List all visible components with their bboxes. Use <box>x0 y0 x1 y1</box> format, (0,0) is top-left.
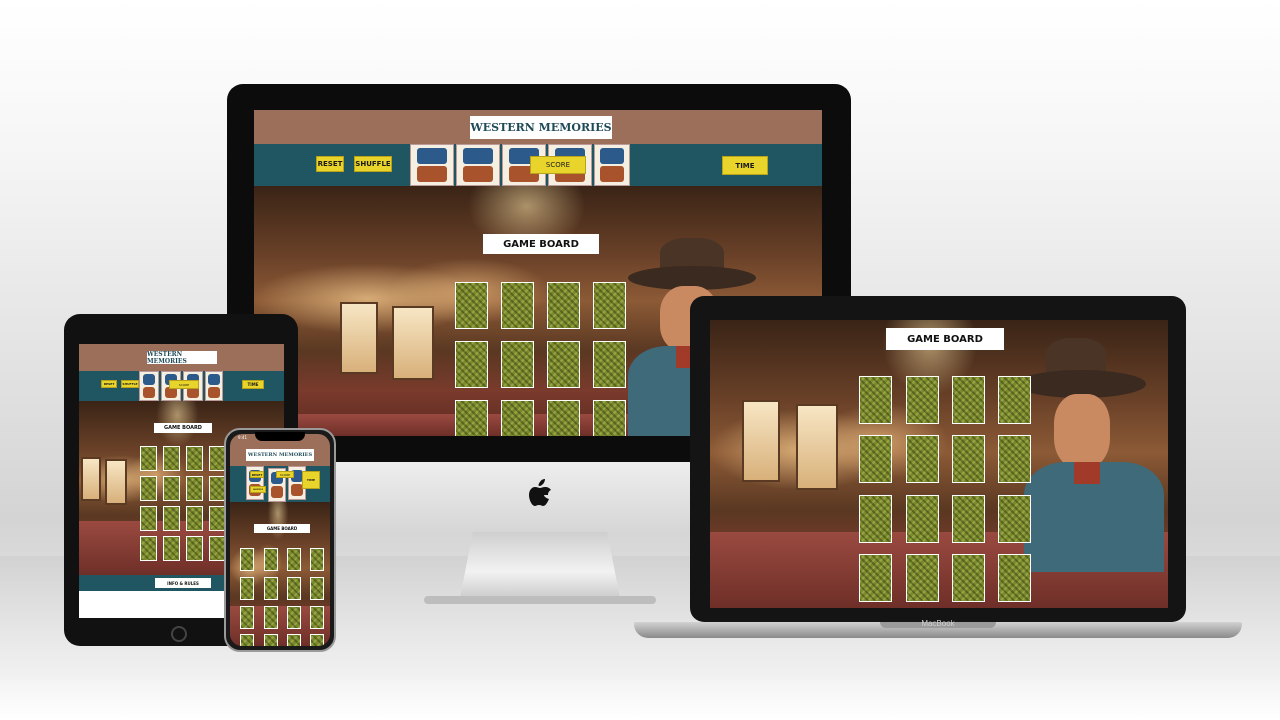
memory-card[interactable] <box>547 341 580 388</box>
memory-card[interactable] <box>906 495 939 543</box>
header-playing-card <box>456 144 500 186</box>
memory-card[interactable] <box>264 634 278 646</box>
shuffle-button[interactable]: SHUFFLE <box>250 486 266 493</box>
memory-card[interactable] <box>310 634 324 646</box>
memory-card[interactable] <box>163 536 180 561</box>
imac-stand <box>460 532 620 598</box>
memory-card[interactable] <box>906 554 939 602</box>
info-rules-button[interactable]: INFO & RULES <box>155 578 211 588</box>
memory-card[interactable] <box>455 400 488 436</box>
memory-card[interactable] <box>287 634 301 646</box>
memory-card[interactable] <box>186 536 203 561</box>
memory-card[interactable] <box>593 282 626 329</box>
memory-card[interactable] <box>455 282 488 329</box>
iphone-screen: 9:41 WESTERN MEMORIES RESET SCORE TIME S… <box>230 434 330 646</box>
memory-card[interactable] <box>593 400 626 436</box>
memory-card[interactable] <box>998 435 1031 483</box>
memory-card[interactable] <box>310 577 324 600</box>
memory-card[interactable] <box>240 577 254 600</box>
memory-card[interactable] <box>501 400 534 436</box>
header-playing-card <box>410 144 454 186</box>
memory-card[interactable] <box>186 446 203 471</box>
memory-card[interactable] <box>186 506 203 531</box>
memory-card[interactable] <box>140 536 157 561</box>
reset-button[interactable]: RESET <box>250 471 264 478</box>
macbook-brand-label: MacBook <box>921 619 955 628</box>
memory-card[interactable] <box>859 376 892 424</box>
status-time: 9:41 <box>238 435 247 440</box>
memory-card[interactable] <box>264 577 278 600</box>
memory-card[interactable] <box>240 606 254 629</box>
memory-card[interactable] <box>186 476 203 501</box>
memory-card[interactable] <box>859 554 892 602</box>
memory-card[interactable] <box>501 341 534 388</box>
iphone-notch <box>255 432 305 441</box>
memory-card[interactable] <box>163 506 180 531</box>
score-display: SCORE <box>169 380 199 389</box>
memory-card[interactable] <box>952 554 985 602</box>
game-board-label: GAME BOARD <box>886 328 1004 350</box>
game-board-label: GAME BOARD <box>483 234 599 254</box>
reset-button[interactable]: RESET <box>316 156 344 172</box>
memory-card[interactable] <box>998 376 1031 424</box>
memory-card[interactable] <box>906 376 939 424</box>
memory-card[interactable] <box>859 435 892 483</box>
memory-card[interactable] <box>140 446 157 471</box>
memory-card[interactable] <box>264 548 278 571</box>
memory-card[interactable] <box>547 400 580 436</box>
memory-card[interactable] <box>163 446 180 471</box>
memory-card[interactable] <box>547 282 580 329</box>
memory-card[interactable] <box>310 606 324 629</box>
memory-card[interactable] <box>952 376 985 424</box>
ipad-home-button <box>171 626 187 642</box>
memory-card[interactable] <box>287 606 301 629</box>
time-display: TIME <box>302 471 320 489</box>
memory-card[interactable] <box>163 476 180 501</box>
memory-card[interactable] <box>455 341 488 388</box>
page-title: WESTERN MEMORIES <box>470 116 612 139</box>
page-title: WESTERN MEMORIES <box>246 449 314 461</box>
memory-card[interactable] <box>287 577 301 600</box>
memory-card[interactable] <box>501 282 534 329</box>
memory-card[interactable] <box>952 495 985 543</box>
memory-card[interactable] <box>859 495 892 543</box>
game-board-label: GAME BOARD <box>254 524 310 533</box>
imac-foot <box>424 596 656 604</box>
time-display: TIME <box>722 156 768 175</box>
game-background: GAME BOARD <box>230 502 330 646</box>
memory-card[interactable] <box>952 435 985 483</box>
shuffle-button[interactable]: SHUFFLE <box>354 156 392 172</box>
page-title: WESTERN MEMORIES <box>147 351 217 365</box>
shuffle-button[interactable]: SHUFFLE <box>121 380 139 388</box>
score-display: SCORE <box>530 156 586 174</box>
memory-card[interactable] <box>240 634 254 646</box>
macbook-screen: GAME BOARD <box>710 320 1168 608</box>
time-display: TIME <box>242 380 264 389</box>
memory-card[interactable] <box>998 495 1031 543</box>
memory-card[interactable] <box>593 341 626 388</box>
score-display: SCORE <box>276 471 294 478</box>
game-board-label: GAME BOARD <box>154 423 212 433</box>
memory-card[interactable] <box>140 506 157 531</box>
reset-button[interactable]: RESET <box>101 380 117 388</box>
apple-logo-icon <box>529 479 551 506</box>
memory-card[interactable] <box>906 435 939 483</box>
memory-card[interactable] <box>287 548 301 571</box>
header-playing-card <box>594 144 630 186</box>
memory-card[interactable] <box>998 554 1031 602</box>
memory-card[interactable] <box>140 476 157 501</box>
memory-card[interactable] <box>240 548 254 571</box>
memory-card[interactable] <box>310 548 324 571</box>
memory-card[interactable] <box>264 606 278 629</box>
